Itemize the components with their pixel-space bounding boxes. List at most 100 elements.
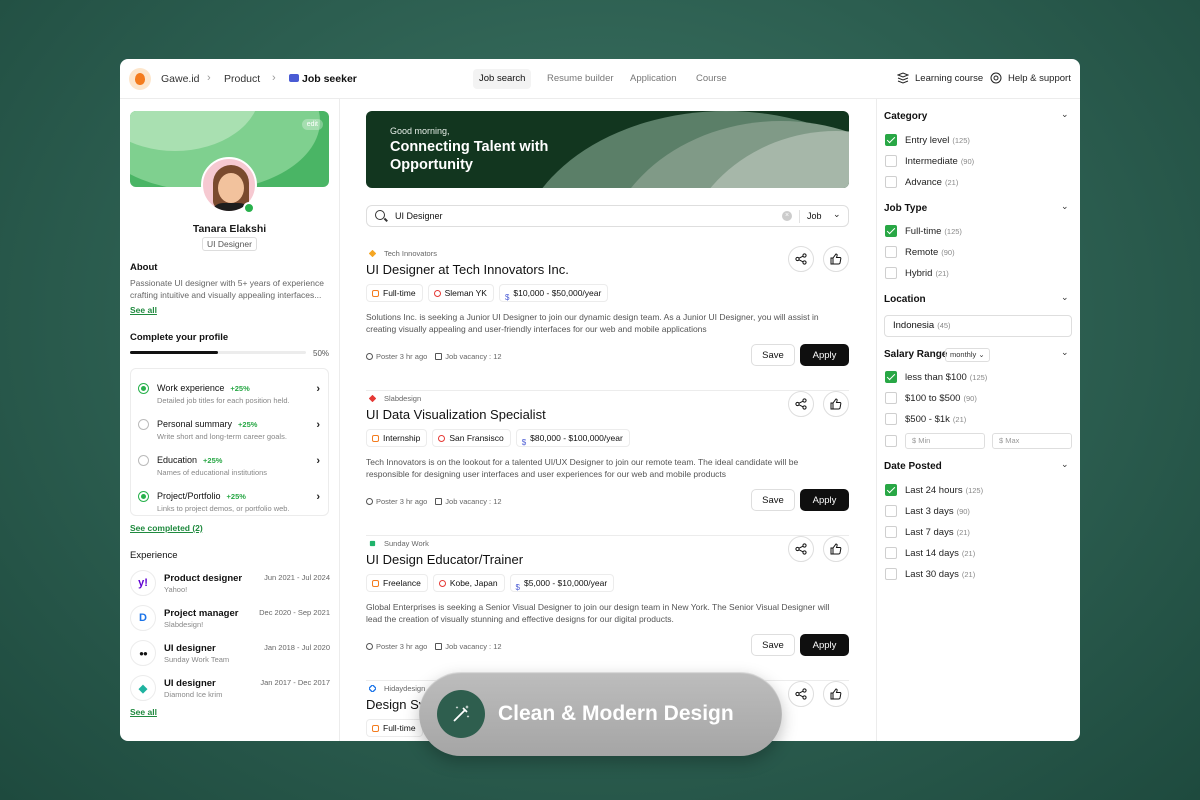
chevron-right-icon: › <box>316 419 320 431</box>
share-button[interactable] <box>788 246 814 272</box>
chevron-down-icon[interactable]: ⌄ <box>1061 459 1069 470</box>
filter-option: $100 to $500 (90) <box>905 393 977 404</box>
edit-cover-button[interactable]: edit <box>301 119 323 130</box>
checkbox[interactable] <box>885 267 897 279</box>
save-button[interactable]: Save <box>751 344 795 366</box>
salary-min-input[interactable]: $ Min <box>905 433 985 449</box>
checkbox[interactable] <box>885 392 897 404</box>
option-count: (125) <box>944 227 962 236</box>
tab-job-search[interactable]: Job search <box>473 69 532 89</box>
like-button[interactable] <box>823 246 849 272</box>
experience-dates: Jan 2017 - Dec 2017 <box>260 678 330 687</box>
checkbox[interactable] <box>885 413 897 425</box>
see-completed-link[interactable]: See completed (2) <box>130 523 203 533</box>
company-logo-icon <box>369 395 376 402</box>
option-count: (90) <box>963 394 977 403</box>
chevron-down-icon[interactable]: ⌄ <box>1061 109 1069 120</box>
share-icon <box>795 398 807 410</box>
checkbox[interactable] <box>885 371 897 383</box>
like-button[interactable] <box>823 536 849 562</box>
apply-button[interactable]: Apply <box>800 344 849 366</box>
share-button[interactable] <box>788 681 814 707</box>
filter-category-title[interactable]: Category <box>884 111 927 122</box>
thumbs-up-icon <box>830 688 842 700</box>
job-card[interactable]: Slabdesign UI Data Visualization Special… <box>366 391 849 536</box>
share-button[interactable] <box>788 391 814 417</box>
task-personal-summary[interactable]: Personal summary +25% Write short and lon… <box>131 411 330 445</box>
save-button[interactable]: Save <box>751 634 795 656</box>
min-placeholder: Min <box>918 436 931 445</box>
learning-course-link[interactable]: Learning course <box>915 73 983 84</box>
filter-date-title[interactable]: Date Posted <box>884 461 942 472</box>
brand-logo-icon[interactable] <box>129 68 151 90</box>
company-name: Tech Innovators <box>384 249 437 258</box>
job-title[interactable]: UI Designer at Tech Innovators Inc. <box>366 262 569 277</box>
share-button[interactable] <box>788 536 814 562</box>
salary-period-select[interactable]: monthly ⌄ <box>945 348 990 362</box>
task-work-experience[interactable]: Work experience +25% Detailed job titles … <box>131 375 330 409</box>
divider <box>799 210 800 223</box>
about-see-all-link[interactable]: See all <box>130 305 157 315</box>
checkbox[interactable] <box>885 484 897 496</box>
option-label: less than $100 <box>905 372 967 383</box>
chevron-down-icon[interactable]: ⌄ <box>833 209 841 220</box>
experience-item[interactable]: ◆ UI designer Diamond Ice krim Jan 2017 … <box>130 675 330 705</box>
breadcrumb-product[interactable]: Product <box>224 73 260 85</box>
posted-time: Poster 3 hr ago <box>376 642 428 651</box>
checkbox[interactable] <box>885 526 897 538</box>
experience-see-all-link[interactable]: See all <box>130 707 157 717</box>
checkbox[interactable] <box>885 225 897 237</box>
slabdesign-icon: D <box>130 605 156 631</box>
profile-role-badge: UI Designer <box>202 237 257 251</box>
job-title[interactable]: Design Sy <box>366 697 425 712</box>
chevron-right-icon: › <box>316 383 320 395</box>
book-icon <box>897 72 909 84</box>
checkbox[interactable] <box>885 505 897 517</box>
help-support-link[interactable]: Help & support <box>1008 73 1071 84</box>
filter-location-title[interactable]: Location <box>884 294 926 305</box>
filter-salary-title[interactable]: Salary Range <box>884 349 947 360</box>
checkbox[interactable] <box>885 176 897 188</box>
tag-text: Kobe, Japan <box>449 578 498 588</box>
job-description: Tech Innovators is on the lookout for a … <box>366 457 799 479</box>
save-button[interactable]: Save <box>751 489 795 511</box>
yahoo-icon: y! <box>130 570 156 596</box>
welcome-banner: Good morning, Connecting Talent with Opp… <box>366 111 849 188</box>
checkbox[interactable] <box>885 547 897 559</box>
breadcrumb-job-seeker[interactable]: Job seeker <box>302 73 357 85</box>
job-card[interactable]: Tech Innovators UI Designer at Tech Inno… <box>366 246 849 391</box>
chevron-down-icon[interactable]: ⌄ <box>1061 292 1069 303</box>
experience-item[interactable]: ●● UI designer Sunday Work Team Jan 2018… <box>130 640 330 670</box>
clear-search-icon[interactable]: × <box>782 211 792 221</box>
like-button[interactable] <box>823 681 849 707</box>
feature-badge-label: Clean & Modern Design <box>498 702 734 725</box>
search-input[interactable] <box>395 209 765 223</box>
chevron-down-icon[interactable]: ⌄ <box>1061 347 1069 358</box>
checkbox[interactable] <box>885 435 897 447</box>
tab-resume-builder[interactable]: Resume builder <box>541 69 620 89</box>
filter-option: Last 14 days (21) <box>905 548 975 559</box>
checkbox[interactable] <box>885 155 897 167</box>
job-title[interactable]: UI Design Educator/Trainer <box>366 552 523 567</box>
brand-name[interactable]: Gawe.id <box>161 73 200 85</box>
job-title[interactable]: UI Data Visualization Specialist <box>366 407 546 422</box>
job-card[interactable]: Sunday Work UI Design Educator/Trainer F… <box>366 536 849 681</box>
checkbox[interactable] <box>885 246 897 258</box>
experience-item[interactable]: y! Product designer Yahoo! Jun 2021 - Ju… <box>130 570 330 600</box>
search-type-select[interactable]: Job <box>807 211 822 221</box>
salary-max-input[interactable]: $ Max <box>992 433 1072 449</box>
task-project-portfolio[interactable]: Project/Portfolio +25% Links to project d… <box>131 483 330 517</box>
task-education[interactable]: Education +25% Names of educational insti… <box>131 447 330 481</box>
filter-job-type-title[interactable]: Job Type <box>884 203 927 214</box>
tab-course[interactable]: Course <box>690 69 733 89</box>
checkbox[interactable] <box>885 568 897 580</box>
location-field[interactable]: Indonesia (45) <box>884 315 1072 337</box>
apply-button[interactable]: Apply <box>800 489 849 511</box>
option-label: Full-time <box>905 226 942 237</box>
tab-application[interactable]: Application <box>624 69 682 89</box>
like-button[interactable] <box>823 391 849 417</box>
checkbox[interactable] <box>885 134 897 146</box>
apply-button[interactable]: Apply <box>800 634 849 656</box>
chevron-down-icon[interactable]: ⌄ <box>1061 201 1069 212</box>
experience-item[interactable]: D Project manager Slabdesign! Dec 2020 -… <box>130 605 330 635</box>
